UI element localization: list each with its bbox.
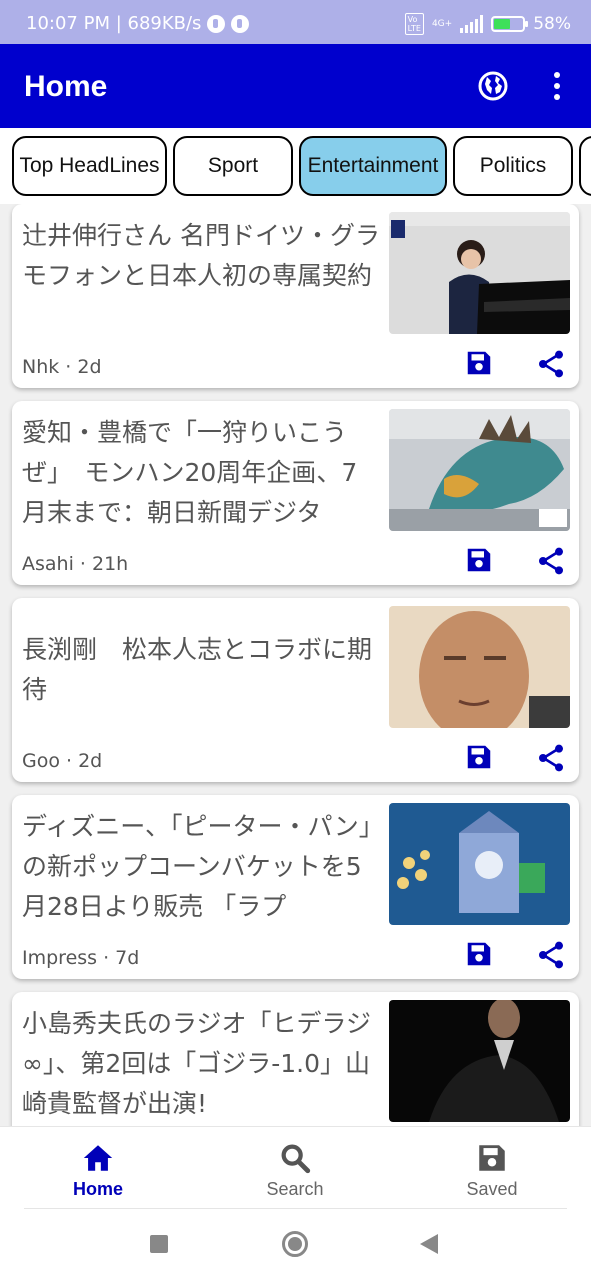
battery-level: 58% xyxy=(533,14,571,34)
nav-search[interactable]: Search xyxy=(235,1141,355,1200)
article-title[interactable]: 長渕剛 松本人志とコラボに期待 xyxy=(22,630,382,750)
nav-home-label: Home xyxy=(72,1179,123,1199)
battery-icon xyxy=(491,16,529,32)
news-feed[interactable]: 辻井伸行さん 名門ドイツ・グラモフォンと日本人初の専属契約 Nhk · 2d 愛… xyxy=(0,204,591,1126)
nav-search-label: Search xyxy=(266,1179,324,1199)
notification-icon xyxy=(207,14,226,33)
save-icon[interactable] xyxy=(464,545,494,575)
bottom-navigation: Home Search Saved xyxy=(0,1126,591,1210)
status-bar: 10:07 PM | 689KB/s Vo LTE 4G+ 58% xyxy=(0,0,591,44)
app-bar: Home xyxy=(0,44,591,128)
status-left: 10:07 PM | 689KB/s xyxy=(26,13,250,34)
save-icon[interactable] xyxy=(464,939,494,969)
article-meta: Impress · 7d xyxy=(22,947,140,969)
article-title[interactable]: ディズニー、「ピーター・パン」の新ポップコーンバケットを5月28日より販売 「ラ… xyxy=(22,807,382,927)
share-icon[interactable] xyxy=(535,545,567,577)
chip-top-headlines[interactable]: Top HeadLines xyxy=(12,136,167,196)
nav-saved-label: Saved xyxy=(466,1179,518,1199)
category-chips: Top HeadLines Sport Entertainment Politi… xyxy=(0,128,591,204)
save-icon xyxy=(479,1145,505,1171)
notification-icon xyxy=(231,14,250,33)
chip-entertainment[interactable]: Entertainment xyxy=(299,136,447,196)
network-type: 4G+ xyxy=(431,19,453,29)
page-title: Home xyxy=(24,70,108,103)
recents-icon[interactable] xyxy=(150,1235,168,1253)
back-icon[interactable] xyxy=(420,1234,438,1254)
status-right: Vo LTE 4G+ 58% xyxy=(404,13,571,35)
article-title[interactable]: 小島秀夫氏のラジオ「ヒデラジ∞」、第2回は「ゴジラ-1.0」山崎貴監督が出演! xyxy=(22,1004,382,1124)
share-icon[interactable] xyxy=(535,348,567,380)
article-card[interactable]: 長渕剛 松本人志とコラボに期待 Goo · 2d xyxy=(12,598,579,782)
article-thumbnail[interactable] xyxy=(389,409,570,531)
system-navigation xyxy=(0,1210,591,1280)
signal-icon xyxy=(460,15,484,33)
article-title[interactable]: 辻井伸行さん 名門ドイツ・グラモフォンと日本人初の専属契約 xyxy=(22,216,382,336)
article-thumbnail[interactable] xyxy=(389,1000,570,1122)
article-meta: Asahi · 21h xyxy=(22,553,129,575)
share-icon[interactable] xyxy=(535,939,567,971)
article-meta: Nhk · 2d xyxy=(22,356,102,378)
nav-home[interactable]: Home xyxy=(38,1141,158,1200)
divider xyxy=(24,1208,567,1209)
article-card[interactable]: 小島秀夫氏のラジオ「ヒデラジ∞」、第2回は「ゴジラ-1.0」山崎貴監督が出演! xyxy=(12,992,579,1126)
article-card[interactable]: 辻井伸行さん 名門ドイツ・グラモフォンと日本人初の専属契約 Nhk · 2d xyxy=(12,204,579,388)
chip-politics[interactable]: Politics xyxy=(453,136,573,196)
article-meta: Goo · 2d xyxy=(22,750,103,772)
article-title[interactable]: 愛知・豊橋で「一狩りいこうぜ」 モンハン20周年企画、7月末まで：朝日新聞デジタ xyxy=(22,413,382,533)
article-thumbnail[interactable] xyxy=(389,212,570,334)
save-icon[interactable] xyxy=(464,742,494,772)
article-card[interactable]: 愛知・豊橋で「一狩りいこうぜ」 モンハン20周年企画、7月末まで：朝日新聞デジタ… xyxy=(12,401,579,585)
save-icon[interactable] xyxy=(464,348,494,378)
search-icon xyxy=(281,1144,311,1174)
globe-icon[interactable] xyxy=(477,70,509,102)
chip-more[interactable] xyxy=(579,136,591,196)
home-circle-icon[interactable] xyxy=(282,1231,308,1257)
more-vertical-icon[interactable] xyxy=(545,68,569,104)
share-icon[interactable] xyxy=(535,742,567,774)
article-thumbnail[interactable] xyxy=(389,606,570,728)
nav-saved[interactable]: Saved xyxy=(432,1141,552,1200)
volte-icon: Vo LTE xyxy=(404,13,424,35)
chip-sport[interactable]: Sport xyxy=(173,136,293,196)
article-thumbnail[interactable] xyxy=(389,803,570,925)
status-time-speed: 10:07 PM | 689KB/s xyxy=(26,13,202,34)
home-icon xyxy=(83,1145,113,1171)
article-card[interactable]: ディズニー、「ピーター・パン」の新ポップコーンバケットを5月28日より販売 「ラ… xyxy=(12,795,579,979)
